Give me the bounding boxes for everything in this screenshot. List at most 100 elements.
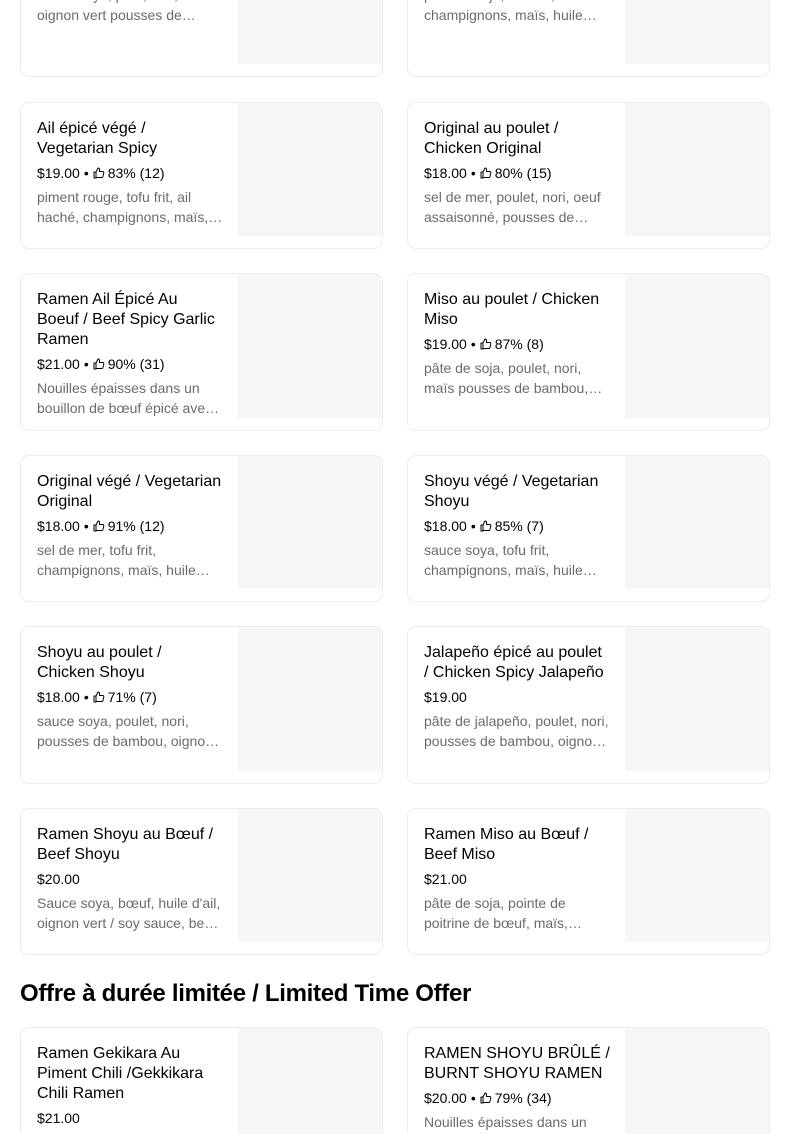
menu-item-text: Ramen Ail Épicé Au Boeuf / Beef Spicy Ga… [37,290,223,418]
menu-item-card[interactable]: Ramen Gekikara Au Piment Chili /Gekkikar… [20,1027,383,1134]
menu-item-price: $21.00 [37,1110,80,1126]
menu-item-rating: 71% (7) [107,689,157,705]
menu-item-rating: 80% (15) [494,165,552,181]
menu-item-image [238,274,382,418]
menu-item-description: sel de mer, poulet, nori, oeuf assaisonn… [424,189,601,225]
menu-item-description: Sauce soya, bœuf, huile d'ail, oignon ve… [37,895,221,931]
menu-item-title: Jalapeño épicé au poulet / Chicken Spicy… [424,644,604,681]
menu-item-text: Ramen Miso au Bœuf / Beef Miso $21.00 pâte… [424,825,610,933]
menu-item-text: Original au poulet / Chicken Original $18… [424,119,610,227]
menu-item-image [238,103,382,236]
menu-item-card[interactable]: $19.00•85% (20)pâte de soja, tofu frit, … [407,0,770,77]
menu-item-image [625,809,769,942]
menu-item-meta: $21.00 • 90% (31) [37,356,223,372]
menu-item-image [625,456,769,589]
menu-item-meta: $19.00 [424,689,610,705]
menu-item-card[interactable]: Shoyu végé / Vegetarian Shoyu $18.00 • 85% … [407,455,770,602]
menu-item-text: $18.00•80% (15)sauce soya, porc, nori, o… [37,0,223,25]
menu-item-price: $19.00 [37,165,80,181]
menu-item-title: Original végé / Vegetarian Original [37,473,222,510]
menu-item-price: $20.00 [424,1090,467,1106]
menu-item-rating: 85% (7) [494,518,544,534]
menu-item-description: sauce soya, porc, nori, oignon vert pous… [37,0,182,23]
separator-dot: • [83,689,89,705]
menu-item-card[interactable]: RAMEN SHOYU BRÛLÉ / BURNT SHOYU RAMEN $20… [407,1027,770,1134]
thumbs-up-icon [480,167,495,179]
menu-item-image [625,1028,769,1134]
menu-item-meta: $18.00 • 85% (7) [424,518,610,534]
menu-item-description: pâte de soja, pointe de poitrine de bœuf… [424,895,568,931]
separator-dot: • [470,165,476,181]
menu-item-price: $19.00 [424,336,467,352]
thumbs-up-icon [93,691,108,703]
menu-item-title: RAMEN SHOYU BRÛLÉ / BURNT SHOYU RAMEN [424,1045,610,1082]
menu-item-meta: $18.00 • 71% (7) [37,689,223,705]
menu-item-text: Ail épicé végé / Vegetarian Spicy $19.00 •… [37,119,223,227]
menu-item-price: $21.00 [37,356,80,372]
thumbs-up-icon [480,1092,495,1104]
menu-item-text: Jalapeño épicé au poulet / Chicken Spicy… [424,643,610,751]
menu-item-meta: $18.00 • 80% (15) [424,165,610,181]
menu-item-text: Ramen Gekikara Au Piment Chili /Gekkikar… [37,1044,223,1134]
menu-item-price: $20.00 [37,871,80,887]
menu-item-title: Ramen Ail Épicé Au Boeuf / Beef Spicy Ga… [37,291,215,348]
menu-item-description: sauce soya, tofu frit, champignons, maïs… [424,542,583,578]
menu-item-text: Ramen Shoyu au Bœuf / Beef Shoyu $20.00 Sa… [37,825,223,933]
menu-item-description: sel de mer, tofu frit, champignons, maïs… [37,542,196,578]
menu-item-price: $19.00 [424,689,467,705]
thumbs-up-icon [480,338,495,350]
menu-item-card[interactable]: Ramen Ail Épicé Au Boeuf / Beef Spicy Ga… [20,273,383,431]
menu-item-description: pâte de jalapeño, poulet, nori, pousses … [424,713,609,749]
menu-item-card[interactable]: $18.00•80% (15)sauce soya, porc, nori, o… [20,0,383,77]
menu-item-title: Shoyu au poulet / Chicken Shoyu [37,644,162,681]
menu-item-description: piment rouge, tofu frit, ail haché, cham… [37,189,209,225]
menu-item-title: Ramen Shoyu au Bœuf / Beef Shoyu [37,826,214,863]
menu-item-rating: 90% (31) [107,356,165,372]
separator-dot: • [470,1090,476,1106]
menu-item-card[interactable]: Original végé / Vegetarian Original $18.0… [20,455,383,602]
menu-item-price: $18.00 [424,165,467,181]
menu-item-meta: $21.00 [37,1110,223,1126]
menu-item-image [625,103,769,236]
menu-item-card[interactable]: Jalapeño épicé au poulet / Chicken Spicy… [407,626,770,784]
menu-item-image [238,809,382,942]
menu-item-rating: 83% (12) [107,165,165,181]
menu-item-card[interactable]: Ramen Shoyu au Bœuf / Beef Shoyu $20.00 Sa… [20,808,383,955]
menu-item-card[interactable]: Ramen Miso au Bœuf / Beef Miso $21.00 pâte… [407,808,770,955]
separator-dot: • [470,336,476,352]
menu-item-title: Shoyu végé / Vegetarian Shoyu [424,473,599,510]
menu-item-price: $21.00 [424,871,467,887]
menu-item-price: $18.00 [37,518,80,534]
menu-item-rating: 91% (12) [107,518,165,534]
menu-item-text: $19.00•85% (20)pâte de soja, tofu frit, … [424,0,610,25]
separator-dot: • [83,518,89,534]
menu-item-rating: 87% (8) [494,336,544,352]
menu-item-title: Ramen Gekikara Au Piment Chili /Gekkikar… [37,1045,204,1102]
menu-item-text: RAMEN SHOYU BRÛLÉ / BURNT SHOYU RAMEN $20… [424,1044,610,1134]
menu-item-title: Miso au poulet / Chicken Miso [424,291,600,328]
menu-item-card[interactable]: Miso au poulet / Chicken Miso $19.00 • 87% … [407,273,770,431]
section-title: Offre à durée limitée / Limited Time Off… [20,980,472,1007]
menu-item-card[interactable]: Ail épicé végé / Vegetarian Spicy $19.00 •… [20,102,383,249]
menu-item-description: pâte de soja, tofu frit, champignons, ma… [424,0,583,23]
menu-item-description: pâte de soja, poulet, nori, maïs pousses… [424,360,589,396]
menu-item-price: $18.00 [37,689,80,705]
menu-item-image [238,627,382,771]
menu-item-meta: $19.00 • 83% (12) [37,165,223,181]
menu-item-card[interactable]: Original au poulet / Chicken Original $18… [407,102,770,249]
menu-item-text: Shoyu au poulet / Chicken Shoyu $18.00 • 71… [37,643,223,751]
menu-item-image [238,0,382,64]
menu-item-image [625,627,769,771]
menu-item-description: Nouilles épaisses dans un bouillon shoyu… [424,1114,587,1130]
menu-item-text: Shoyu végé / Vegetarian Shoyu $18.00 • 85% … [424,472,610,580]
menu-item-image [238,456,382,589]
separator-dot: • [470,518,476,534]
menu-item-text: Original végé / Vegetarian Original $18.0… [37,472,223,580]
menu-item-image [238,1028,382,1134]
separator-dot: • [83,165,89,181]
thumbs-up-icon [93,167,108,179]
menu-item-card[interactable]: Shoyu au poulet / Chicken Shoyu $18.00 • 71… [20,626,383,784]
menu-item-title: Original au poulet / Chicken Original [424,120,559,157]
menu-item-meta: $21.00 [424,871,610,887]
menu-item-price: $18.00 [424,518,467,534]
